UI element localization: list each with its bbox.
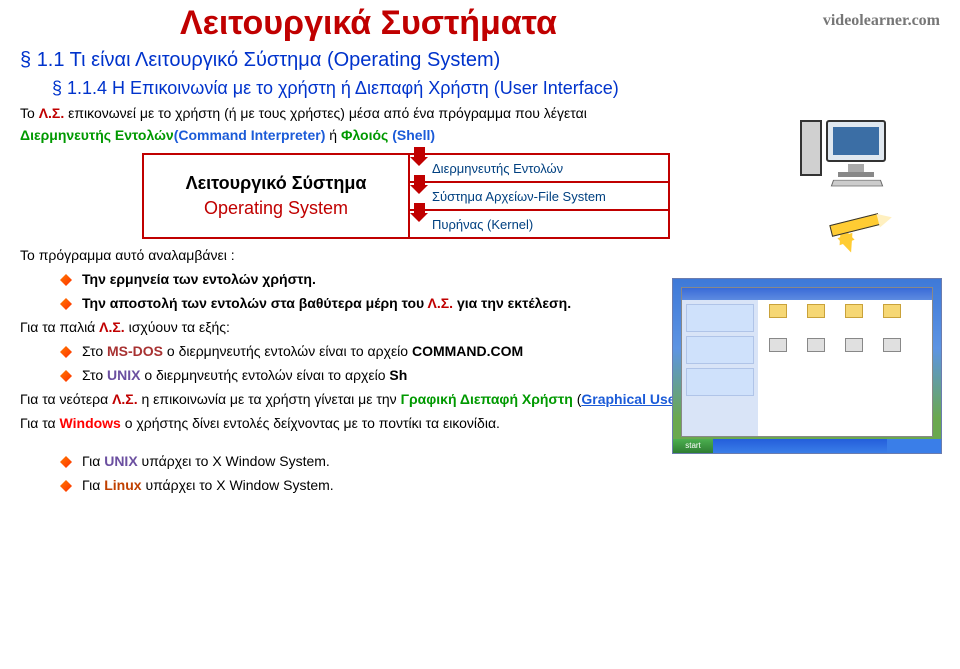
section-heading: § 1.1 Τι είναι Λειτουργικό Σύστημα (Oper…: [0, 49, 960, 72]
new-ls: Λ.Σ.: [112, 391, 138, 407]
program-receives: Το πρόγραμμα αυτό αναλαμβάνει :: [0, 247, 960, 263]
section-text: 1.1 Τι είναι Λειτουργικό Σύστημα (Operat…: [37, 49, 501, 71]
os-cell-interpreter-label: Διερμηνευτής Εντολών: [432, 161, 563, 176]
b2-mid: μέρη του: [362, 295, 428, 311]
intro-ls: Λ.Σ.: [39, 105, 65, 121]
win-post: ο χρήστης δίνει εντολές δείχνοντας με το…: [121, 415, 500, 431]
ob2-pre: Στο: [82, 367, 107, 383]
os-cell-filesystem: Σύστημα Αρχείων-File System: [410, 181, 670, 209]
ob1-pre: Στο: [82, 343, 107, 359]
tb1-post: υπάρχει το X Window System.: [138, 453, 330, 469]
old-post: ισχύουν τα εξής:: [125, 319, 230, 335]
pencil-icon: [830, 207, 900, 247]
watermark: videolearner.com: [823, 12, 940, 30]
old-pre: Για τα παλιά: [20, 319, 99, 335]
arrow-down-icon: [410, 175, 428, 194]
intro-mid: επικονωνεί με το χρήστη (ή με τους χρήστ…: [64, 105, 587, 121]
old-ls: Λ.Σ.: [99, 319, 125, 335]
subsection-heading: § 1.1.4 Η Επικοινωνία με το χρήστη ή Διε…: [0, 78, 960, 99]
b2-post: για την εκτέλεση.: [453, 295, 571, 311]
subsection-text: 1.1.4 Η Επικοινωνία με το χρήστη ή Διεπα…: [67, 78, 619, 98]
ob2-mid: ο διερμηνευτής εντολών είναι το αρχείο: [140, 367, 389, 383]
ob1-mid: ο διερμηνευτής εντολών είναι το αρχείο: [163, 343, 412, 359]
taskbar: start: [673, 439, 941, 453]
desktop-screenshot: start: [672, 278, 942, 454]
bullet-text: Την ερμηνεία των εντολών χρήστη.: [82, 271, 316, 287]
win-os: Windows: [60, 415, 121, 431]
intro-pre: Το: [20, 105, 39, 121]
os-diagram: Λειτουργικό Σύστημα Operating System Διε…: [142, 153, 742, 239]
os-cell-kernel: Πυρήνας (Kernel): [410, 209, 670, 239]
tb2-os: Linux: [104, 477, 145, 493]
folder-icon: [800, 304, 832, 332]
start-button: start: [673, 439, 713, 453]
folder-icon: [838, 304, 870, 332]
folder-icon: [876, 304, 908, 332]
ob1-os: MS-DOS: [107, 343, 163, 359]
tb2-post: υπάρχει το X Window System.: [145, 477, 333, 493]
win-pre: Για τα: [20, 415, 60, 431]
arrow-down-icon: [410, 203, 428, 222]
bullet-list-tail: Για UNIX υπάρχει το X Window System. Για…: [60, 453, 960, 493]
window-titlebar: [682, 288, 932, 300]
bullet-item: Στο UNIX ο διερμηνευτής εντολών είναι το…: [60, 367, 960, 383]
tb2-pre: Για: [82, 477, 104, 493]
term-shell: Φλοιός: [341, 127, 388, 143]
system-tray: [887, 439, 941, 453]
os-box: Λειτουργικό Σύστημα Operating System: [142, 153, 410, 239]
arrow-down-icon: [410, 147, 428, 166]
computer-icon: [810, 120, 900, 200]
os-cell-filesystem-label: Σύστημα Αρχείων-File System: [432, 189, 606, 204]
bullet-item: Για UNIX υπάρχει το X Window System.: [60, 453, 960, 469]
ob2-file: Sh: [389, 367, 407, 383]
term-interpreter-en: (Command Interpreter): [174, 127, 326, 143]
os-box-line2: Operating System: [204, 198, 348, 219]
intro-or: ή: [325, 127, 341, 143]
b2-ls: Λ.Σ.: [428, 295, 454, 311]
tb1-os: UNIX: [104, 453, 137, 469]
term-interpreter: Διερμηνευτής Εντολών: [20, 127, 174, 143]
explorer-window: [681, 287, 933, 437]
new-mid: η επικοινωνία με τα χρήστη γίνεται με τη…: [138, 391, 401, 407]
tb1-pre: Για: [82, 453, 104, 469]
os-box-line1: Λειτουργικό Σύστημα: [186, 173, 367, 194]
b2-bold: βαθύτερα: [299, 295, 362, 311]
bullet-item: Στο MS-DOS ο διερμηνευτής εντολών είναι …: [60, 343, 960, 359]
page-title: Λειτουργικά Συστήματα: [0, 0, 960, 43]
b2-pre: Την αποστολή των εντολών στα: [82, 295, 299, 311]
new-gui1: Γραφική Διεπαφή Χρήστη: [401, 391, 573, 407]
bullet-item: Για Linux υπάρχει το X Window System.: [60, 477, 960, 493]
intro-paragraph: Το Λ.Σ. επικονωνεί με το χρήστη (ή με το…: [0, 105, 960, 121]
ob1-file: COMMAND.COM: [412, 343, 523, 359]
os-cell-kernel-label: Πυρήνας (Kernel): [432, 217, 533, 232]
term-shell-en: (Shell): [392, 127, 435, 143]
new-pre: Για τα νεότερα: [20, 391, 112, 407]
os-cell-interpreter: Διερμηνευτής Εντολών: [410, 153, 670, 181]
os-right-column: Διερμηνευτής Εντολών Σύστημα Αρχείων-Fil…: [410, 153, 670, 239]
ob2-os: UNIX: [107, 367, 140, 383]
folder-icon: [762, 304, 794, 332]
